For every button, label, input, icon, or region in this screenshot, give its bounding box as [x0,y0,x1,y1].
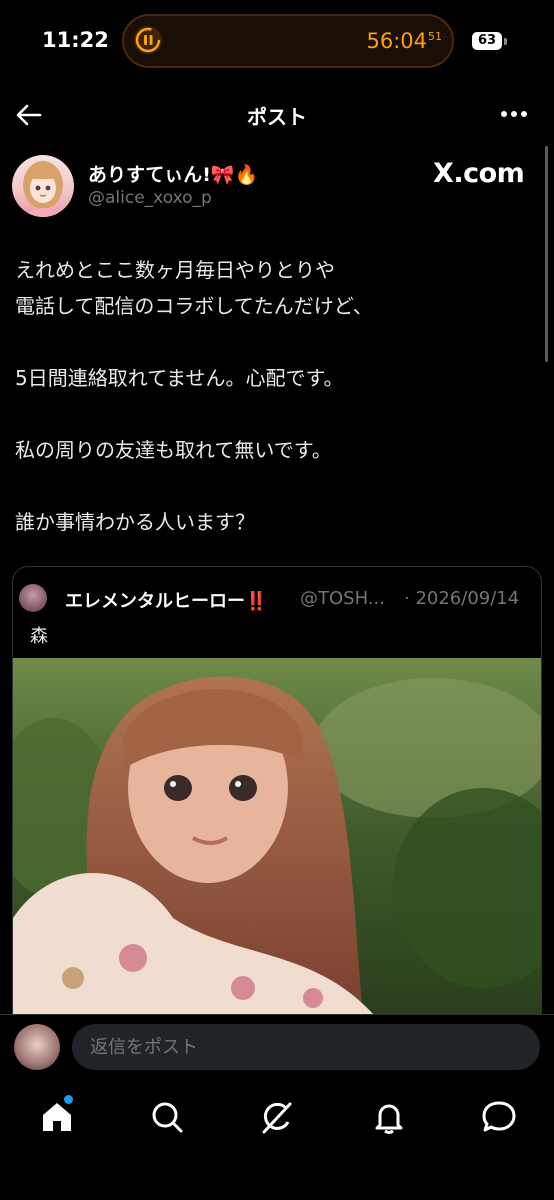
quoted-post-photo[interactable] [13,658,541,1014]
more-icon[interactable] [500,109,528,119]
user-avatar[interactable] [14,1024,60,1070]
grok-icon [262,1102,292,1134]
post-line: 誰か事情わかる人います？ [15,510,255,534]
page-title: ポスト [247,105,307,129]
home-icon [43,1103,71,1131]
notifications-icon [375,1104,403,1134]
quoted-author-name: エレメンタルヒーロー‼️ [65,591,268,612]
notification-dot [64,1095,73,1104]
pause-icon[interactable] [132,24,164,56]
post-line [15,324,535,360]
post-line [15,468,535,504]
quoted-author-avatar [19,584,47,612]
post-line [15,396,535,432]
battery-indicator: 63 [472,32,502,50]
battery-tip [504,38,507,45]
tab-notifications[interactable] [370,1098,408,1136]
tab-messages[interactable] [480,1098,518,1136]
timer-readout: 56:0451 [366,29,442,53]
post-line: 電話して配信のコラボしてたんだけど、 [15,294,373,318]
author-avatar[interactable] [12,155,74,217]
status-time: 11:22 [42,28,109,52]
x-com-watermark: X.com [433,158,525,189]
messages-icon [482,1101,516,1132]
quoted-author-handle: @TOSH... [300,588,385,609]
reply-input[interactable] [72,1024,540,1070]
quoted-post-date: · 2026/09/14 [404,588,520,609]
quoted-post-text: 森 [30,626,48,647]
post-line: えれめとここ数ヶ月毎日やりとりや [15,258,335,282]
tab-grok[interactable] [258,1098,296,1136]
post-line: 私の周りの友達も取れて無いです。 [15,438,332,462]
scrollbar[interactable] [545,146,548,362]
author-name[interactable]: ありすてぃん!🎀🔥 [88,160,258,187]
post-text: えれめとここ数ヶ月毎日やりとりや 電話して配信のコラボしてたんだけど、 5日間連… [15,252,535,540]
tab-search[interactable] [148,1098,186,1136]
tab-home[interactable] [38,1098,76,1136]
search-icon [152,1102,183,1133]
post-line: 5日間連絡取れてません。心配です。 [15,366,344,390]
author-handle[interactable]: @alice_xoxo_p [88,188,212,208]
